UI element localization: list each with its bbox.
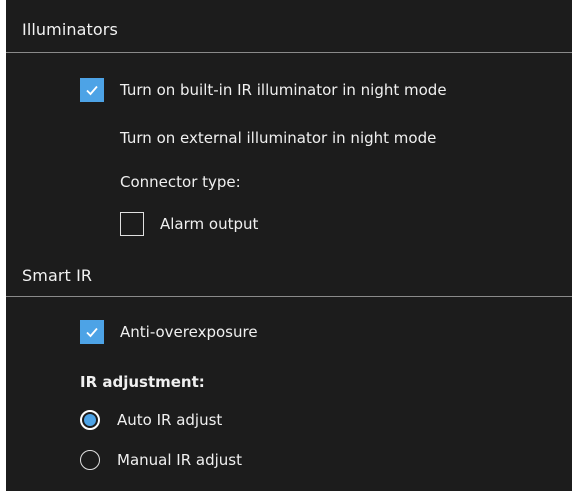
builtin-ir-checkbox-row[interactable]: Turn on built-in IR illuminator in night… [80, 78, 447, 102]
settings-panel: Illuminators Turn on built-in IR illumin… [0, 0, 572, 491]
section-header-illuminators: Illuminators [22, 20, 118, 39]
checkmark-icon [86, 327, 98, 338]
radio-manual-ir-adjust[interactable]: Manual IR adjust [80, 450, 242, 470]
alarm-output-label: Alarm output [160, 215, 259, 233]
builtin-ir-label: Turn on built-in IR illuminator in night… [120, 81, 447, 99]
checkmark-icon [86, 85, 98, 96]
manual-ir-adjust-label: Manual IR adjust [117, 451, 242, 469]
section-divider [6, 52, 572, 53]
radio-button-selected[interactable] [80, 410, 100, 430]
alarm-output-checkbox-row[interactable]: Alarm output [120, 212, 258, 236]
connector-type-label: Connector type: [120, 173, 241, 191]
section-divider [6, 296, 572, 297]
alarm-output-checkbox[interactable] [120, 212, 144, 236]
ir-adjustment-label: IR adjustment: [80, 373, 205, 391]
section-header-smart-ir: Smart IR [22, 266, 93, 285]
anti-overexposure-checkbox[interactable] [80, 320, 104, 344]
external-illuminator-label: Turn on external illuminator in night mo… [120, 129, 437, 147]
radio-button-unselected[interactable] [80, 450, 100, 470]
anti-overexposure-label: Anti-overexposure [120, 323, 258, 341]
anti-overexposure-checkbox-row[interactable]: Anti-overexposure [80, 320, 258, 344]
builtin-ir-checkbox[interactable] [80, 78, 104, 102]
auto-ir-adjust-label: Auto IR adjust [117, 411, 223, 429]
radio-auto-ir-adjust[interactable]: Auto IR adjust [80, 410, 222, 430]
radio-dot-icon [84, 414, 96, 426]
